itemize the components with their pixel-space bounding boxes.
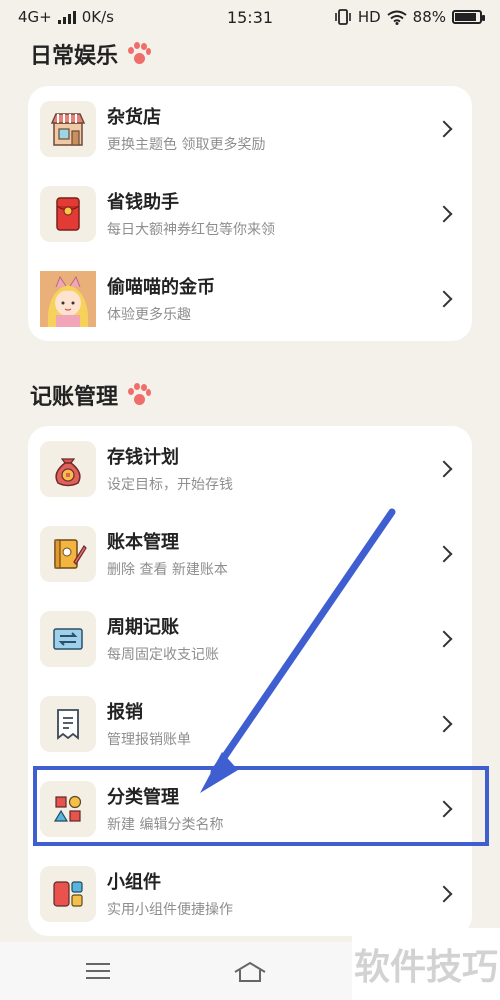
network-speed: 0K/s <box>81 8 114 26</box>
item-subtitle: 删除 查看 新建账本 <box>107 562 228 578</box>
cycle-icon <box>40 610 96 667</box>
item-subtitle: 实用小组件便捷操作 <box>107 902 233 918</box>
item-title: 报销 <box>107 702 143 723</box>
cat-girl-avatar-icon <box>40 270 96 327</box>
network-type: 4G+ <box>18 8 52 26</box>
battery-icon <box>452 10 485 24</box>
item-title: 账本管理 <box>107 532 179 553</box>
shop-icon <box>40 100 96 157</box>
chevron-right-icon <box>435 290 453 307</box>
watermark: 软件技巧 <box>352 928 500 1000</box>
category-shapes-icon <box>40 780 96 837</box>
accounting-card: 存钱计划 设定目标，开始存钱 账本管理 删除 查看 新建账本 周期记账 每周固定… <box>28 426 472 936</box>
menu-item-reimburse[interactable]: 报销 管理报销账单 <box>28 681 472 766</box>
section-title-text: 记账管理 <box>30 385 119 410</box>
chevron-right-icon <box>435 460 453 477</box>
menu-item-periodic-record[interactable]: 周期记账 每周固定收支记账 <box>28 596 472 681</box>
item-subtitle: 每日大额神券红包等你来领 <box>107 222 275 238</box>
item-title: 小组件 <box>107 872 161 893</box>
wifi-icon <box>387 10 407 25</box>
ledger-icon <box>40 525 96 582</box>
receipt-icon <box>40 695 96 752</box>
item-title: 偷喵喵的金币 <box>107 277 215 298</box>
chevron-right-icon <box>435 630 453 647</box>
chevron-right-icon <box>435 120 453 137</box>
vibrate-icon <box>335 9 351 25</box>
money-bag-icon <box>40 440 96 497</box>
item-title: 周期记账 <box>107 617 179 638</box>
item-title: 杂货店 <box>107 107 161 128</box>
menu-item-saving-plan[interactable]: 存钱计划 设定目标，开始存钱 <box>28 426 472 511</box>
signal-icon <box>57 10 76 24</box>
item-subtitle: 设定目标，开始存钱 <box>107 477 233 493</box>
status-bar: 4G+ 0K/s 15:31 HD 88% <box>0 0 500 34</box>
section-title-daily: 日常娱乐 <box>30 38 152 70</box>
clock: 15:31 <box>226 7 274 27</box>
item-subtitle: 更换主题色 领取更多奖励 <box>107 137 266 153</box>
item-title: 存钱计划 <box>107 447 179 468</box>
chevron-right-icon <box>435 800 453 817</box>
battery-percent: 88% <box>412 8 446 26</box>
menu-item-widget[interactable]: 小组件 实用小组件便捷操作 <box>28 851 472 936</box>
chevron-right-icon <box>435 715 453 732</box>
menu-item-category-manage[interactable]: 分类管理 新建 编辑分类名称 <box>28 766 472 851</box>
item-subtitle: 管理报销账单 <box>107 732 191 748</box>
daily-card: 杂货店 更换主题色 领取更多奖励 省钱助手 每日大额神券红包等你来领 偷喵喵的金… <box>28 86 472 341</box>
widget-icon <box>40 865 96 922</box>
menu-item-ledger-manage[interactable]: 账本管理 删除 查看 新建账本 <box>28 511 472 596</box>
menu-icon[interactable] <box>86 963 110 981</box>
chevron-right-icon <box>435 885 453 902</box>
menu-item-steal-coins[interactable]: 偷喵喵的金币 体验更多乐趣 <box>28 256 472 341</box>
item-subtitle: 每周固定收支记账 <box>107 647 219 663</box>
item-subtitle: 体验更多乐趣 <box>107 307 191 323</box>
item-title: 省钱助手 <box>107 192 179 213</box>
section-title-accounting: 记账管理 <box>30 379 152 411</box>
menu-item-saving-helper[interactable]: 省钱助手 每日大额神券红包等你来领 <box>28 171 472 256</box>
section-title-text: 日常娱乐 <box>30 44 119 69</box>
chevron-right-icon <box>435 545 453 562</box>
item-subtitle: 新建 编辑分类名称 <box>107 817 224 833</box>
red-envelope-icon <box>40 185 96 242</box>
hd-indicator: HD <box>357 8 381 26</box>
paw-icon <box>126 383 152 407</box>
home-icon[interactable] <box>232 960 268 984</box>
paw-icon <box>126 42 152 66</box>
chevron-right-icon <box>435 205 453 222</box>
menu-item-shop[interactable]: 杂货店 更换主题色 领取更多奖励 <box>28 86 472 171</box>
item-title: 分类管理 <box>107 787 179 808</box>
